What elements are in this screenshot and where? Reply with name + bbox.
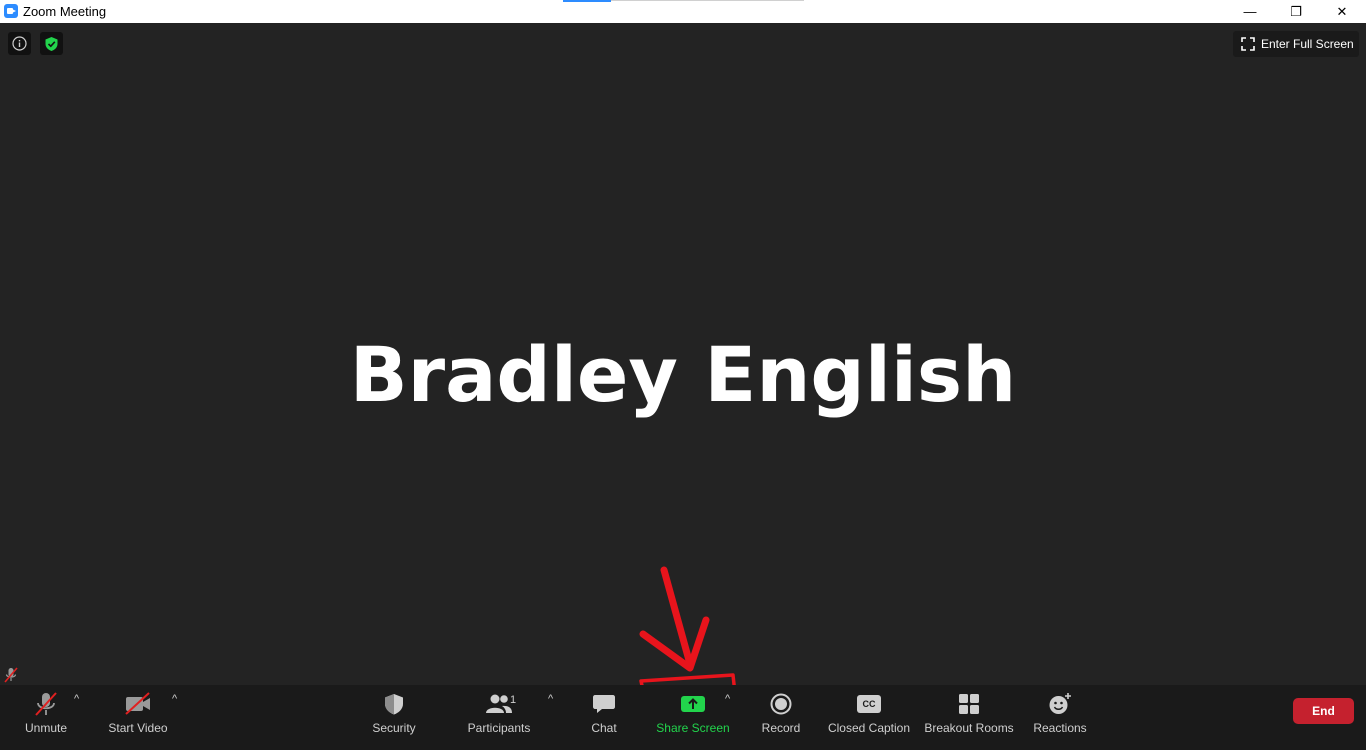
unmute-button[interactable]: Unmute [18, 685, 74, 750]
breakout-grid-icon [959, 694, 979, 714]
maximize-button[interactable]: ❐ [1273, 0, 1319, 23]
meeting-info-button[interactable] [8, 32, 31, 55]
record-button[interactable]: Record [758, 685, 804, 750]
start-video-label: Start Video [108, 721, 168, 735]
participant-count-badge: 1 [510, 694, 517, 706]
video-off-icon [125, 692, 150, 715]
chat-label: Chat [591, 721, 617, 735]
security-button[interactable]: Security [366, 685, 422, 750]
encryption-button[interactable] [40, 32, 63, 55]
participants-button[interactable]: Participants 1 [464, 685, 534, 750]
breakout-rooms-button[interactable]: Breakout Rooms [922, 685, 1016, 750]
breakout-rooms-label: Breakout Rooms [924, 721, 1014, 735]
record-label: Record [761, 721, 801, 735]
shield-icon [385, 694, 403, 715]
security-label: Security [372, 721, 416, 735]
share-options-caret[interactable]: ^ [725, 693, 730, 705]
video-options-caret[interactable]: ^ [172, 693, 177, 705]
mic-muted-small-icon [3, 667, 18, 683]
mic-muted-icon [35, 692, 57, 716]
fullscreen-label: Enter Full Screen [1261, 37, 1354, 51]
closed-caption-label: Closed Caption [827, 721, 911, 735]
chat-button[interactable]: Chat [584, 685, 624, 750]
fullscreen-icon [1241, 37, 1255, 51]
record-icon [770, 693, 792, 715]
cc-icon: CC [857, 695, 881, 713]
shield-check-icon [45, 36, 58, 51]
share-screen-label: Share Screen [656, 721, 730, 735]
participants-icon [486, 694, 512, 713]
reaction-smile-icon [1049, 693, 1071, 714]
reactions-button[interactable]: Reactions [1030, 685, 1090, 750]
start-video-button[interactable]: Start Video [104, 685, 172, 750]
share-arrow-icon [681, 696, 705, 712]
chat-icon [593, 695, 615, 713]
info-icon [12, 36, 27, 51]
enter-full-screen-button[interactable]: Enter Full Screen [1233, 31, 1359, 57]
self-muted-indicator [2, 666, 19, 684]
reactions-label: Reactions [1033, 721, 1087, 735]
participants-options-caret[interactable]: ^ [548, 693, 553, 705]
title-bar: Zoom Meeting — ❐ ✕ [0, 0, 1366, 23]
audio-options-caret[interactable]: ^ [74, 693, 79, 705]
share-screen-button[interactable]: Share Screen [655, 685, 731, 750]
window-title: Zoom Meeting [23, 4, 107, 19]
minimize-button[interactable]: — [1227, 0, 1273, 23]
participant-name: Bradley English [349, 330, 1017, 419]
unmute-label: Unmute [24, 721, 68, 735]
zoom-app-icon [4, 4, 18, 18]
closed-caption-button[interactable]: CC Closed Caption [826, 685, 912, 750]
close-button[interactable]: ✕ [1319, 0, 1365, 23]
meeting-toolbar: Unmute ^ Start Video ^ Security Particip… [0, 685, 1366, 750]
titlebar-accent [563, 0, 611, 2]
titlebar-divider [611, 0, 804, 1]
participants-label: Participants [467, 721, 531, 735]
end-meeting-button[interactable]: End [1293, 698, 1354, 724]
